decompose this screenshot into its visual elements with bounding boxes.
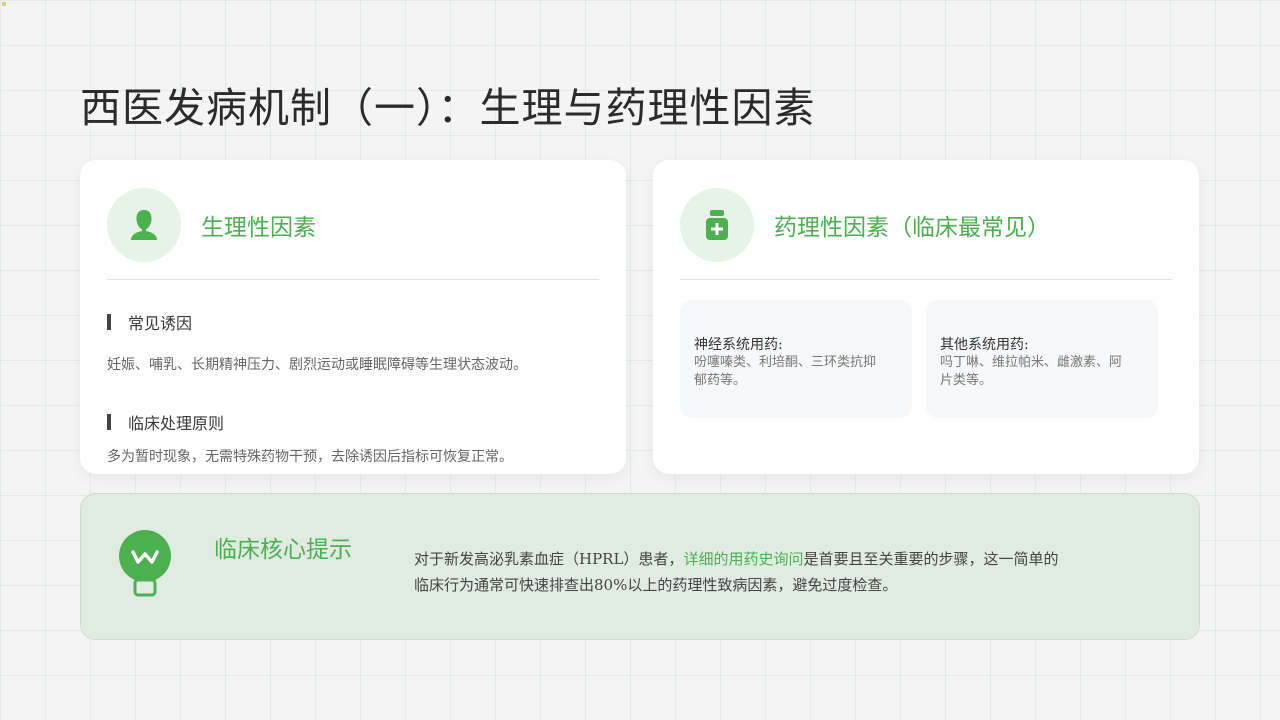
tip-line-2: 临床行为通常可快速排查出80%以上的药理性致病因素，避免过度检查。: [414, 576, 898, 594]
pharma-divider: [680, 279, 1172, 280]
section-text: 多为暂时现象，无需特殊药物干预，去除诱因后指标可恢复正常。: [107, 449, 513, 465]
physio-divider: [107, 279, 599, 280]
physio-card-header: 生理性因素: [107, 187, 599, 262]
drug-category-box: 其他系统用药: 吗丁啉、维拉帕米、雌激素、阿 片类等。: [926, 300, 1158, 418]
section-heading: 常见诱因: [107, 310, 192, 334]
section-heading-label: 常见诱因: [128, 314, 193, 333]
pharma-icon-circle: [680, 187, 754, 262]
physio-card-title: 生理性因素: [201, 214, 316, 241]
section-heading-label: 临床处理原则: [128, 414, 225, 433]
clinical-tip-box: 临床核心提示 对于新发高泌乳素血症（HPRL）患者，详细的用药史询问是首要且至关…: [80, 493, 1200, 640]
page-title: 西医发病机制（一）：生理与药理性因素: [80, 84, 816, 132]
drug-category-title: 其他系统用药:: [940, 337, 1029, 353]
physio-card: 生理性因素 常见诱因 妊娠、哺乳、长期精神压力、剧烈运动或睡眠障碍等生理状态波动…: [80, 160, 626, 474]
section-heading: 临床处理原则: [107, 410, 224, 434]
tip-text: 是首要且至关重要的步骤，这一简单的: [803, 550, 1059, 568]
drug-category-box: 神经系统用药: 吩噻嗪类、利培酮、三环类抗抑 郁药等。: [680, 300, 912, 418]
pharma-card-header: 药理性因素（临床最常见）: [680, 187, 1172, 262]
tip-text: 对于新发高泌乳素血症（HPRL）患者，: [414, 550, 684, 568]
drug-category-line: 郁药等。: [694, 373, 747, 388]
lightbulb-icon: [119, 530, 171, 597]
person-icon: [131, 209, 157, 240]
section-bar: [107, 414, 111, 430]
pharma-card: 药理性因素（临床最常见） 神经系统用药: 吩噻嗪类、利培酮、三环类抗抑 郁药等。…: [653, 160, 1199, 474]
tip-highlight: 详细的用药史询问: [683, 550, 804, 568]
corner-mark: [2, 2, 6, 6]
tip-line-1: 对于新发高泌乳素血症（HPRL）患者，详细的用药史询问是首要且至关重要的步骤，这…: [414, 546, 1174, 572]
tip-body: 对于新发高泌乳素血症（HPRL）患者，详细的用药史询问是首要且至关重要的步骤，这…: [414, 546, 1174, 598]
drug-category-title: 神经系统用药:: [694, 337, 783, 353]
section-text: 妊娠、哺乳、长期精神压力、剧烈运动或睡眠障碍等生理状态波动。: [107, 357, 527, 373]
physio-icon-circle: [107, 187, 181, 262]
drug-category-line: 吗丁啉、维拉帕米、雌激素、阿: [940, 355, 1123, 370]
medicine-bottle-icon: [706, 209, 728, 240]
pharma-card-title: 药理性因素（临床最常见）: [774, 214, 1050, 241]
section-bar: [107, 314, 111, 330]
drug-category-line: 片类等。: [940, 373, 993, 388]
drug-category-line: 吩噻嗪类、利培酮、三环类抗抑: [694, 355, 877, 370]
tip-title: 临床核心提示: [214, 537, 352, 563]
